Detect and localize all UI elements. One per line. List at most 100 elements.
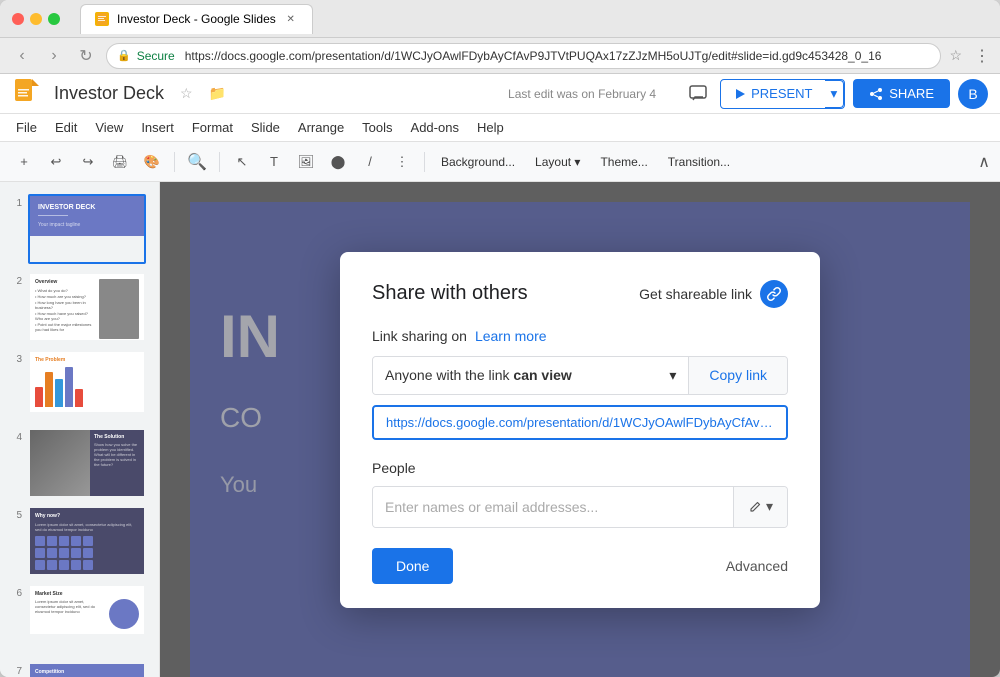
slide-number-6: 6 (8, 588, 22, 599)
maximize-button[interactable] (48, 13, 60, 25)
done-button[interactable]: Done (372, 548, 453, 584)
minimize-button[interactable] (30, 13, 42, 25)
menu-file[interactable]: File (8, 117, 45, 138)
theme-button[interactable]: Theme... (592, 151, 655, 173)
slide-image-1: INVESTOR DECK Your impact tagline (28, 194, 146, 264)
learn-more-link[interactable]: Learn more (475, 328, 547, 344)
people-input[interactable] (373, 487, 733, 527)
secure-icon: 🔒 (117, 49, 131, 62)
slide-number-2: 2 (8, 276, 22, 287)
layout-button[interactable]: Layout ▾ (527, 151, 588, 173)
bookmark-icon[interactable]: ☆ (949, 47, 962, 64)
menu-help[interactable]: Help (469, 117, 512, 138)
transition-button[interactable]: Transition... (660, 151, 738, 173)
copy-link-button[interactable]: Copy link (688, 357, 787, 394)
slide-image-7: Competition (28, 662, 146, 677)
slide3-title: The Problem (35, 357, 139, 363)
select-tool[interactable]: ↖ (228, 148, 256, 176)
pencil-button[interactable]: ▾ (733, 487, 787, 527)
menu-arrange[interactable]: Arrange (290, 117, 352, 138)
text-tool[interactable]: T (260, 148, 288, 176)
slide4-text2: What will be different in the problem is… (94, 452, 140, 467)
last-edit: Last edit was on February 4 (508, 87, 656, 101)
slide-image-5: Why now? Lorem ipsum dolor sit amet, con… (28, 506, 146, 576)
close-button[interactable] (12, 13, 24, 25)
slide6-title: Market Size (35, 591, 105, 597)
slide1-line (38, 215, 68, 216)
slide-number-1: 1 (8, 198, 22, 209)
advanced-link[interactable]: Advanced (726, 558, 788, 574)
menu-slide[interactable]: Slide (243, 117, 288, 138)
slide-image-4: The Solution Show how you solve the prob… (28, 428, 146, 498)
forward-button[interactable]: › (42, 47, 66, 65)
get-shareable-link[interactable]: Get shareable link (639, 280, 788, 308)
link-icon (760, 280, 788, 308)
add-slide-button[interactable]: + (10, 148, 38, 176)
folder-icon[interactable]: 📁 (209, 85, 226, 102)
people-input-row: ▾ (372, 486, 788, 528)
comments-icon[interactable] (684, 80, 712, 108)
more-tools[interactable]: ⋮ (388, 148, 416, 176)
tab-favicon (95, 12, 109, 26)
background-button[interactable]: Background... (433, 151, 523, 173)
slide-thumbnail-4[interactable]: 4 The Solution Show how you solve the pr… (0, 424, 159, 502)
slide-thumbnail-5[interactable]: 5 Why now? Lorem ipsum dolor sit amet, c… (0, 502, 159, 580)
slide-panel: 1 INVESTOR DECK Your impact tagline 2 Ov… (0, 182, 160, 677)
image-tool[interactable]: 🖼 (292, 148, 320, 176)
link-row: Anyone with the link can view ▾ Copy lin… (372, 356, 788, 395)
menu-format[interactable]: Format (184, 117, 241, 138)
paint-format-button[interactable]: 🎨 (138, 148, 166, 176)
tab-close-icon[interactable]: ✕ (284, 12, 298, 26)
url-box[interactable]: https://docs.google.com/presentation/d/1… (372, 405, 788, 440)
slide2-bullet5: • Point out the major milestones you had… (35, 322, 95, 332)
slide-number-7: 7 (8, 666, 22, 677)
menu-insert[interactable]: Insert (133, 117, 182, 138)
avatar[interactable]: B (958, 79, 988, 109)
slide4-title: The Solution (94, 434, 140, 440)
collapse-toolbar-button[interactable]: ∧ (978, 152, 990, 172)
line-tool[interactable]: / (356, 148, 384, 176)
active-tab[interactable]: Investor Deck - Google Slides ✕ (80, 4, 313, 34)
zoom-button[interactable]: 🔍 (183, 148, 211, 176)
print-button[interactable]: 🖨 (106, 148, 134, 176)
shapes-tool[interactable]: ⬤ (324, 148, 352, 176)
present-button[interactable]: PRESENT (721, 80, 824, 108)
present-dropdown-button[interactable]: ▾ (825, 80, 845, 108)
slide-thumbnail-6[interactable]: 6 Market Size Lorem ipsum dolor sit amet… (0, 580, 159, 658)
menu-bar: File Edit View Insert Format Slide Arran… (0, 114, 1000, 142)
more-options-icon[interactable]: ⋮ (974, 46, 990, 66)
link-dropdown-icon: ▾ (669, 367, 676, 384)
star-icon[interactable]: ☆ (180, 85, 193, 102)
slide-number-4: 4 (8, 432, 22, 443)
slide-thumbnail-7[interactable]: 7 Competition (0, 658, 159, 677)
slide4-text1: Show how you solve the problem you ident… (94, 442, 140, 452)
slide-thumbnail-2[interactable]: 2 Overview • What do you do? • How much … (0, 268, 159, 346)
main-area: 1 INVESTOR DECK Your impact tagline 2 Ov… (0, 182, 1000, 677)
slide4-content: The Solution Show how you solve the prob… (90, 430, 144, 498)
address-bar: ‹ › ↻ 🔒 Secure https://docs.google.com/p… (0, 38, 1000, 74)
slides-toolbar: + ↩ ↪ 🖨 🎨 🔍 ↖ T 🖼 ⬤ / ⋮ Background... La… (0, 142, 1000, 182)
slide7-title: Competition (35, 669, 139, 675)
reload-button[interactable]: ↻ (74, 46, 98, 66)
slide4-photo (30, 430, 90, 498)
menu-tools[interactable]: Tools (354, 117, 400, 138)
share-button[interactable]: SHARE (853, 79, 950, 108)
slide-thumbnail-1[interactable]: 1 INVESTOR DECK Your impact tagline (0, 190, 159, 268)
undo-button[interactable]: ↩ (42, 148, 70, 176)
address-input[interactable]: 🔒 Secure https://docs.google.com/present… (106, 43, 941, 69)
link-sharing-label: Link sharing on (372, 328, 467, 344)
slide-image-3: The Problem (28, 350, 146, 420)
menu-edit[interactable]: Edit (47, 117, 85, 138)
menu-view[interactable]: View (87, 117, 131, 138)
link-sharing-row: Link sharing on Learn more (372, 328, 788, 344)
doc-title: Investor Deck (54, 83, 164, 104)
get-link-label: Get shareable link (639, 286, 752, 302)
back-button[interactable]: ‹ (10, 47, 34, 65)
menu-addons[interactable]: Add-ons (403, 117, 467, 138)
link-permission-select[interactable]: Anyone with the link can view ▾ (373, 357, 688, 394)
link-permission-text: Anyone with the link can view (385, 367, 572, 383)
redo-button[interactable]: ↪ (74, 148, 102, 176)
slide-thumbnail-3[interactable]: 3 The Problem (0, 346, 159, 424)
modal-overlay: Share with others Get shareable link (160, 182, 1000, 677)
slide5-text: Lorem ipsum dolor sit amet, consectetur … (35, 522, 139, 532)
